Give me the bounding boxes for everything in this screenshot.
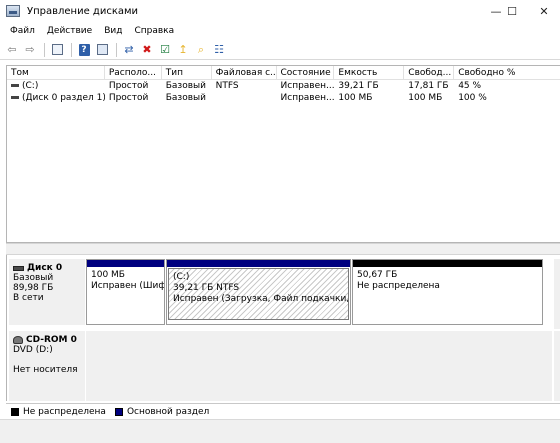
volume-status: Исправен... (280, 93, 335, 103)
volume-type: Базовый (165, 81, 206, 91)
toolbar-separator (44, 42, 45, 57)
connect-disk-icon[interactable]: ⇄ (121, 42, 137, 58)
disk-status: В сети (13, 293, 44, 303)
partition-c-drive[interactable]: (C:) 39,21 ГБ NTFS Исправен (Загрузка, Ф… (166, 259, 351, 325)
delete-icon[interactable]: ✖ (139, 42, 155, 58)
partition-status: Исправен (Шифр (91, 281, 164, 291)
disk-icon (13, 265, 24, 271)
disk-map: Диск 0 Базовый 89,98 ГБ В сети 100 МБ Ис… (6, 255, 560, 401)
volume-list[interactable]: Том Располо... Тип Файловая с... Состоян… (6, 65, 560, 243)
window-title: Управление дисками (27, 5, 139, 17)
volume-status: Исправен... (280, 81, 335, 91)
volume-free-space: 17,81 ГБ (408, 81, 449, 91)
check-icon[interactable]: ☑ (157, 42, 173, 58)
volume-capacity: 39,21 ГБ (338, 81, 379, 91)
column-header-free-space[interactable]: Свобод... (404, 66, 455, 79)
volume-list-header: Том Располо... Тип Файловая с... Состоян… (7, 66, 560, 80)
menu-action[interactable]: Действие (41, 26, 98, 36)
cdrom-empty-area (86, 331, 552, 401)
menu-view[interactable]: Вид (98, 26, 128, 36)
volume-filesystem: NTFS (215, 81, 239, 91)
toolbar-separator (116, 42, 117, 57)
column-header-status[interactable]: Состояние (277, 66, 335, 79)
partition-size: 50,67 ГБ (357, 270, 398, 280)
menu-help[interactable]: Справка (128, 26, 180, 36)
volume-capacity: 100 МБ (338, 93, 373, 103)
vertical-scrollbar[interactable] (554, 331, 560, 401)
volume-free-percent: 45 % (458, 81, 482, 91)
partition-system-reserved[interactable]: 100 МБ Исправен (Шифр (86, 259, 165, 325)
partition-bar (353, 260, 542, 267)
menu-bar: Файл Действие Вид Справка (0, 22, 560, 40)
pane-splitter[interactable] (6, 243, 560, 255)
disk-label-disk0[interactable]: Диск 0 Базовый 89,98 ГБ В сети (9, 259, 85, 325)
partition-title: (C:) (173, 272, 190, 282)
disk-size (13, 355, 85, 365)
legend-swatch-primary (114, 407, 123, 416)
disk-size: 89,98 ГБ (13, 283, 54, 293)
partition-unallocated[interactable]: 50,67 ГБ Не распределена (352, 259, 543, 325)
disk-type: Базовый (13, 273, 54, 283)
disk-row-cdrom0: CD-ROM 0 DVD (D:) Нет носителя (7, 331, 560, 401)
column-header-layout[interactable]: Располо... (105, 66, 162, 79)
column-header-type[interactable]: Тип (162, 66, 212, 79)
maximize-button[interactable]: ☐ (496, 0, 528, 22)
menu-file[interactable]: Файл (4, 26, 41, 36)
volume-name: (Диск 0 раздел 1) (22, 93, 105, 103)
disk-management-app-icon (6, 5, 20, 17)
partition-status: Не распределена (357, 281, 440, 291)
partition-size: 100 МБ (91, 270, 125, 280)
volume-icon (11, 84, 19, 87)
volume-free-percent: 100 % (458, 93, 487, 103)
properties-icon[interactable] (94, 42, 110, 58)
volume-icon (11, 96, 19, 99)
close-button[interactable]: ✕ (528, 0, 560, 22)
toolbar-separator (71, 42, 72, 57)
volume-name: (C:) (22, 81, 39, 91)
column-header-volume[interactable]: Том (7, 66, 105, 79)
disk-status: Нет носителя (13, 365, 78, 375)
partition-status: Исправен (Загрузка, Файл подкачки, Авари (173, 294, 349, 304)
legend-swatch-unallocated (11, 407, 19, 416)
volume-layout: Простой (108, 93, 149, 103)
volume-free-space: 100 МБ (408, 93, 443, 103)
forward-arrow-icon[interactable]: ⇨ (22, 42, 38, 58)
column-header-capacity[interactable]: Емкость (334, 66, 405, 79)
disk-label-cdrom0[interactable]: CD-ROM 0 DVD (D:) Нет носителя (9, 331, 85, 401)
disk-row-disk0: Диск 0 Базовый 89,98 ГБ В сети 100 МБ Ис… (7, 259, 560, 329)
console-tree-icon[interactable] (49, 42, 65, 58)
disk-name: Диск 0 (27, 263, 63, 273)
title-bar: Управление дисками — ☐ ✕ (0, 0, 560, 22)
legend: Не распределена Основной раздел (6, 403, 560, 419)
column-header-free-percent[interactable]: Свободно % (454, 66, 560, 79)
legend-label-unallocated: Не распределена (23, 406, 106, 417)
disk-name: CD-ROM 0 (26, 335, 77, 345)
folder-search-icon[interactable]: ⌕ (193, 42, 209, 58)
back-arrow-icon[interactable]: ⇦ (4, 42, 20, 58)
partition-size: 39,21 ГБ NTFS (173, 283, 240, 293)
details-view-icon[interactable]: ☷ (211, 42, 227, 58)
disk-type: DVD (D:) (13, 345, 53, 355)
volume-filesystem (212, 92, 277, 104)
volume-type: Базовый (165, 93, 206, 103)
column-header-filesystem[interactable]: Файловая с... (212, 66, 277, 79)
table-row[interactable]: (C:) Простой Базовый NTFS Исправен... 39… (7, 80, 560, 92)
status-bar (0, 419, 560, 443)
vertical-scrollbar[interactable] (554, 259, 560, 329)
toolbar: ⇦ ⇨ ? ⇄ ✖ ☑ ↥ ⌕ ☷ (0, 40, 560, 60)
legend-label-primary: Основной раздел (126, 406, 210, 417)
folder-up-icon[interactable]: ↥ (175, 42, 191, 58)
table-row[interactable]: (Диск 0 раздел 1) Простой Базовый Исправ… (7, 92, 560, 104)
partition-bar (167, 260, 350, 267)
help-icon[interactable]: ? (76, 42, 92, 58)
cd-rom-icon (13, 336, 23, 344)
partition-bar (87, 260, 164, 267)
volume-layout: Простой (108, 81, 149, 91)
